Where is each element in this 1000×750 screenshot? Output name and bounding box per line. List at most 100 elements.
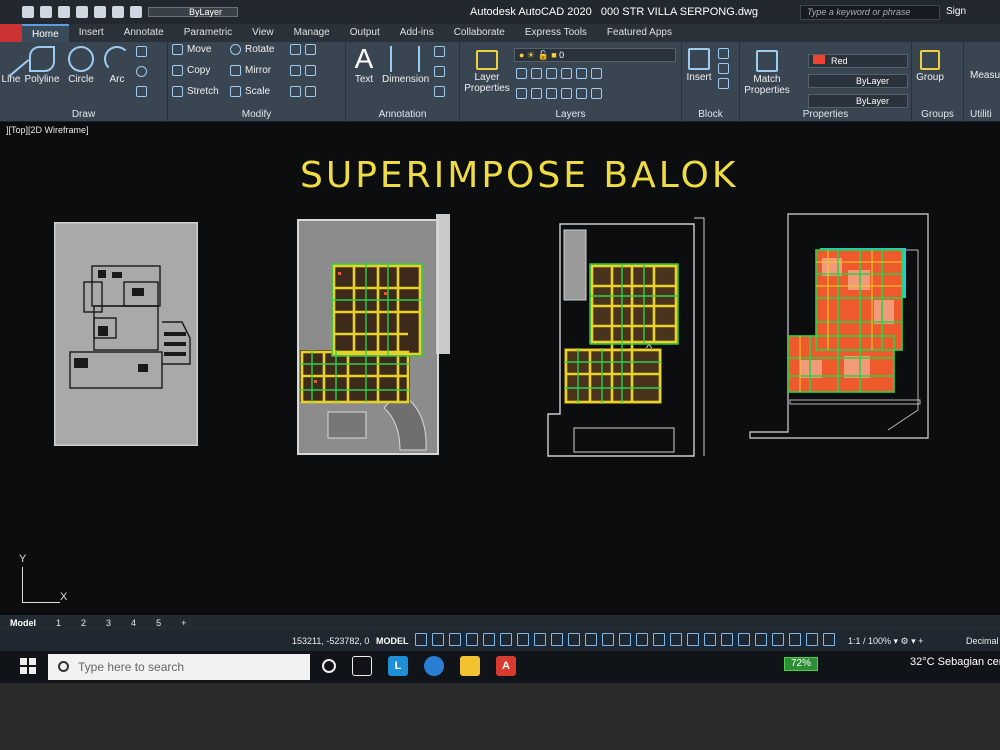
array-button[interactable]	[290, 86, 316, 97]
layer-tool-icon[interactable]	[561, 68, 572, 79]
edit-block-icon[interactable]	[718, 63, 729, 74]
explode-icon[interactable]	[305, 65, 316, 76]
layer-tool-icon[interactable]	[576, 68, 587, 79]
annotation-scale[interactable]: 1:1 / 100% ▾ ⚙ ▾ +	[848, 636, 923, 647]
model-space-toggle[interactable]: MODEL	[376, 636, 409, 646]
taskbar-search-input[interactable]: Type here to search	[48, 654, 310, 680]
utilities-panel-label[interactable]: Utiliti	[964, 109, 1000, 120]
tab-insert[interactable]: Insert	[69, 24, 114, 42]
lock-ui-icon[interactable]	[789, 633, 801, 646]
app-menu-button[interactable]	[0, 24, 22, 42]
isolate-icon[interactable]	[806, 633, 818, 646]
annotation-scale-icon[interactable]	[704, 633, 716, 646]
cortana-icon[interactable]	[322, 659, 336, 673]
tab-layout-2[interactable]: 2	[71, 618, 96, 628]
tab-featured-apps[interactable]: Featured Apps	[597, 24, 682, 42]
selection-filter-icon[interactable]	[636, 633, 648, 646]
layer-tool-icon[interactable]	[516, 68, 527, 79]
ortho-icon[interactable]	[466, 633, 478, 646]
leader-button[interactable]	[434, 46, 445, 57]
modify-panel-label[interactable]: Modify	[168, 109, 345, 120]
tab-collaborate[interactable]: Collaborate	[444, 24, 515, 42]
saveas-icon[interactable]	[76, 6, 88, 18]
stretch-button[interactable]: Stretch	[172, 86, 219, 97]
gizmo-icon[interactable]	[653, 633, 665, 646]
layer-tool-icon[interactable]	[576, 88, 587, 99]
layer-tool-icon[interactable]	[546, 88, 557, 99]
lineweight-icon[interactable]	[551, 633, 563, 646]
auto-scale-icon[interactable]	[687, 633, 699, 646]
weather-widget[interactable]: 32°C Sebagian cera	[910, 656, 1000, 668]
table-button[interactable]	[434, 86, 445, 97]
layer-tool-icon[interactable]	[561, 88, 572, 99]
tab-home[interactable]: Home	[22, 24, 69, 42]
units-display[interactable]: Decimal	[966, 636, 999, 646]
help-search-input[interactable]: Type a keyword or phrase	[800, 5, 940, 20]
layers-panel-label[interactable]: Layers	[460, 109, 681, 120]
quick-properties-icon[interactable]	[772, 633, 784, 646]
transparency-icon[interactable]	[568, 633, 580, 646]
graphics-icon[interactable]	[823, 633, 835, 646]
scale-button[interactable]: Scale	[230, 86, 270, 97]
annotation-panel-label[interactable]: Annotation	[346, 109, 459, 120]
viewport-controls[interactable]: ][Top][2D Wireframe]	[6, 125, 89, 135]
open-icon[interactable]	[40, 6, 52, 18]
save-icon[interactable]	[58, 6, 70, 18]
annotation-visibility-icon[interactable]	[670, 633, 682, 646]
object-track-icon[interactable]	[517, 633, 529, 646]
app-l-icon[interactable]: L	[388, 656, 408, 676]
measure-button[interactable]: Measu	[970, 70, 1000, 81]
selection-cycling-icon[interactable]	[585, 633, 597, 646]
layer-tool-icon[interactable]	[516, 88, 527, 99]
undo-icon[interactable]	[112, 6, 124, 18]
layer-tool-icon[interactable]	[591, 68, 602, 79]
dimension-button[interactable]: Dimension	[382, 46, 429, 85]
polyline-button[interactable]: Polyline	[22, 46, 62, 85]
layer-properties-button[interactable]: Layer Properties	[464, 50, 510, 94]
polar-icon[interactable]	[483, 633, 495, 646]
tab-manage[interactable]: Manage	[284, 24, 340, 42]
osnap-icon[interactable]	[534, 633, 546, 646]
dynamic-ucs-icon[interactable]	[619, 633, 631, 646]
color-dropdown[interactable]: Red	[808, 54, 908, 68]
sign-in-button[interactable]: Sign	[946, 6, 966, 17]
move-button[interactable]: Move	[172, 44, 211, 55]
tab-model[interactable]: Model	[0, 618, 46, 628]
group-button[interactable]: Group	[914, 50, 946, 83]
tab-output[interactable]: Output	[340, 24, 390, 42]
windows-start-icon[interactable]	[20, 658, 36, 674]
markup-button[interactable]	[434, 66, 445, 77]
tab-parametric[interactable]: Parametric	[174, 24, 242, 42]
infer-icon[interactable]	[449, 633, 461, 646]
grid-icon[interactable]	[415, 633, 427, 646]
mirror-button[interactable]: Mirror	[230, 65, 271, 76]
draw-panel-label[interactable]: Draw	[0, 109, 167, 120]
file-explorer-icon[interactable]	[460, 656, 480, 676]
copy-button[interactable]: Copy	[172, 65, 210, 76]
redo-icon[interactable]	[130, 6, 142, 18]
layer-tool-icon[interactable]	[531, 88, 542, 99]
fillet-button[interactable]	[290, 65, 316, 76]
isodraft-icon[interactable]	[500, 633, 512, 646]
trim-button[interactable]	[290, 44, 316, 55]
ellipse-button[interactable]	[136, 66, 147, 77]
units-icon[interactable]	[755, 633, 767, 646]
circle-button[interactable]: Circle	[64, 46, 98, 85]
battery-indicator[interactable]: 72%	[784, 657, 818, 671]
3d-osnap-icon[interactable]	[602, 633, 614, 646]
layer-tool-icon[interactable]	[546, 68, 557, 79]
workspace-icon[interactable]	[721, 633, 733, 646]
linetype-dropdown[interactable]: ByLayer	[808, 74, 908, 88]
create-block-icon[interactable]	[718, 48, 729, 59]
tab-layout-4[interactable]: 4	[121, 618, 146, 628]
new-icon[interactable]	[22, 6, 34, 18]
tab-layout-5[interactable]: 5	[146, 618, 171, 628]
workspace-dropdown[interactable]: ByLayer	[148, 7, 238, 17]
erase-icon[interactable]	[305, 44, 316, 55]
tab-view[interactable]: View	[242, 24, 284, 42]
insert-button[interactable]: Insert	[684, 48, 714, 83]
cursor-coordinates[interactable]: 153211, -523782, 0	[292, 636, 369, 646]
snap-icon[interactable]	[432, 633, 444, 646]
tab-addins[interactable]: Add-ins	[390, 24, 444, 42]
add-layout-button[interactable]: +	[171, 618, 196, 628]
